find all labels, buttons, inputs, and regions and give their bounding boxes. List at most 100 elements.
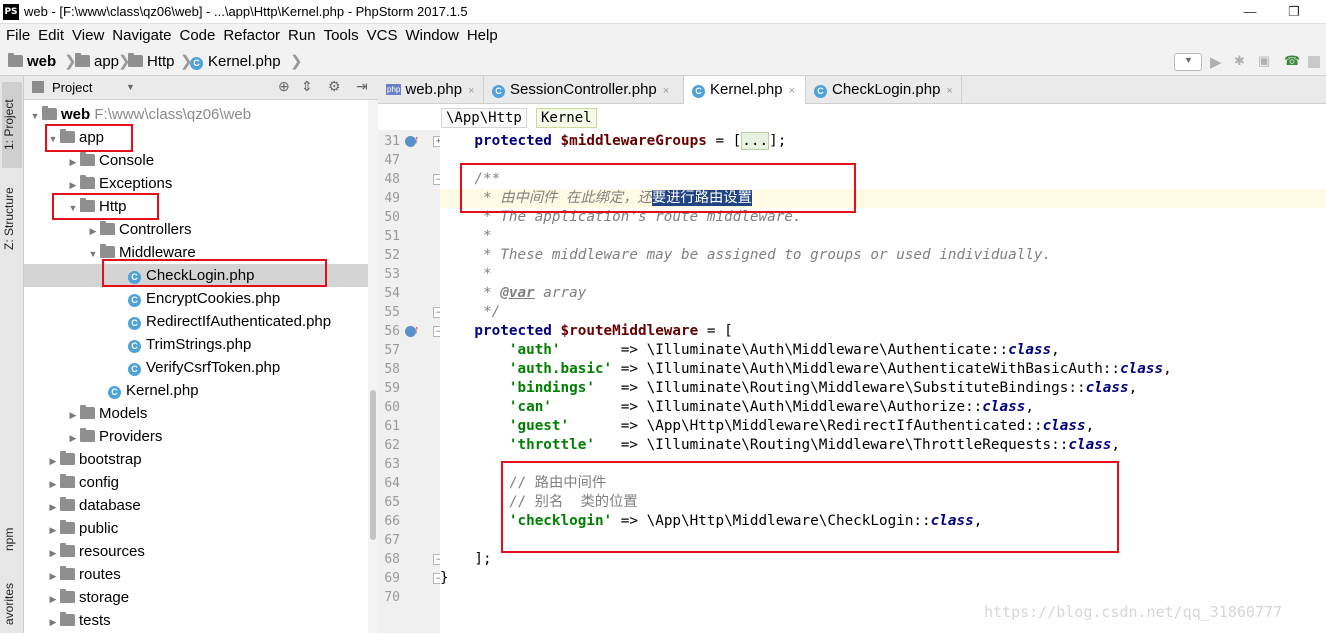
tree-item-redirectifauthenticated[interactable]: C RedirectIfAuthenticated.php — [24, 310, 368, 333]
tree-item-encryptcookies[interactable]: C EncryptCookies.php — [24, 287, 368, 310]
code-line: * @var array — [440, 285, 587, 301]
close-icon[interactable]: × — [663, 85, 669, 97]
expanded-arrow-icon: ▼ — [30, 111, 40, 121]
project-panel-header: Project ▼ ⊕ ⇕ ⚙ ⇥ — [24, 76, 378, 100]
run-config-dropdown[interactable]: ▼ — [1174, 53, 1202, 71]
tree-item-web[interactable]: ▼ web F:\www\class\qz06\web — [24, 103, 368, 126]
annotation-box-checklogin — [102, 259, 327, 287]
tree-item-models[interactable]: ▶ Models — [24, 402, 368, 425]
folder-icon — [8, 53, 23, 67]
collapsed-arrow-icon: ▶ — [69, 433, 77, 443]
tool-tab-npm[interactable]: npm — [2, 516, 22, 562]
tree-item-controllers[interactable]: ▶ Controllers — [24, 218, 368, 241]
line-number: 51 — [384, 229, 400, 244]
project-view-icon — [32, 81, 44, 93]
project-scrollbar[interactable] — [368, 100, 378, 633]
menu-view[interactable]: View — [68, 24, 108, 48]
locate-icon[interactable]: ⊕ — [278, 78, 290, 95]
tree-item-verifycsrftoken[interactable]: C VerifyCsrfToken.php — [24, 356, 368, 379]
menu-window[interactable]: Window — [401, 24, 462, 48]
line-number: 57 — [384, 343, 400, 358]
tree-item-bootstrap[interactable]: ▶ bootstrap — [24, 448, 368, 471]
code-line: } — [440, 570, 449, 586]
tree-item-database[interactable]: ▶ database — [24, 494, 368, 517]
listen-debug-icon[interactable]: ☎ — [1284, 53, 1300, 71]
line-number: 70 — [384, 590, 400, 605]
code-line: 'can' => \Illuminate\Auth\Middleware\Aut… — [508, 399, 1034, 415]
line-number: 53 — [384, 267, 400, 282]
hide-panel-icon[interactable]: ⇥ — [356, 78, 368, 95]
line-number: 49 — [384, 191, 400, 206]
editor-crumb-class[interactable]: Kernel — [536, 108, 597, 128]
tree-item-public[interactable]: ▶ public — [24, 517, 368, 540]
nav-crumb-kernel[interactable]: C Kernel.php — [190, 53, 281, 71]
nav-crumb-app[interactable]: app — [75, 53, 119, 71]
gear-icon[interactable]: ⚙ — [328, 78, 341, 95]
close-icon[interactable]: × — [789, 85, 795, 97]
tree-item-tests[interactable]: ▶ tests — [24, 609, 368, 632]
code-line: 'auth' => \Illuminate\Auth\Middleware\Au… — [508, 342, 1060, 358]
tree-item-routes[interactable]: ▶ routes — [24, 563, 368, 586]
close-icon[interactable]: × — [946, 85, 952, 97]
folder-icon — [100, 221, 115, 235]
tree-item-config[interactable]: ▶ config — [24, 471, 368, 494]
menu-help[interactable]: Help — [463, 24, 502, 48]
tab-checklogin-php[interactable]: C CheckLogin.php × — [806, 76, 962, 104]
nav-crumb-http[interactable]: Http — [128, 53, 175, 71]
code-line: * — [440, 266, 492, 282]
code-line: */ — [440, 304, 501, 320]
tree-item-exceptions[interactable]: ▶ Exceptions — [24, 172, 368, 195]
run-icon[interactable]: ▶ — [1210, 53, 1222, 71]
tab-sessioncontroller[interactable]: C SessionController.php × — [484, 76, 684, 104]
tree-item-trimstrings[interactable]: C TrimStrings.php — [24, 333, 368, 356]
scrollbar-thumb[interactable] — [370, 390, 376, 540]
class-icon: C — [814, 85, 827, 98]
tab-kernel-php[interactable]: C Kernel.php × — [684, 76, 806, 105]
watermark: https://blog.csdn.net/qq_31860777 — [984, 603, 1283, 621]
tree-item-storage[interactable]: ▶ storage — [24, 586, 368, 609]
menu-run[interactable]: Run — [284, 24, 320, 48]
tool-tab-structure[interactable]: Z: Structure — [2, 176, 22, 262]
editor-crumb-namespace[interactable]: \App\Http — [441, 108, 527, 128]
menu-code[interactable]: Code — [175, 24, 219, 48]
menu-vcs[interactable]: VCS — [363, 24, 402, 48]
tree-item-resources[interactable]: ▶ resources — [24, 540, 368, 563]
annotation-box-app — [45, 124, 133, 152]
menu-file[interactable]: File — [0, 24, 34, 48]
menu-navigate[interactable]: Navigate — [108, 24, 175, 48]
folder-icon — [60, 520, 75, 534]
menu-edit[interactable]: Edit — [34, 24, 68, 48]
line-number: 63 — [384, 457, 400, 472]
collapse-all-icon[interactable]: ⇕ — [301, 78, 313, 95]
tree-item-providers[interactable]: ▶ Providers — [24, 425, 368, 448]
collapsed-arrow-icon: ▶ — [49, 502, 57, 512]
tree-item-console[interactable]: ▶ Console — [24, 149, 368, 172]
coverage-icon[interactable]: ▣ — [1258, 53, 1270, 71]
line-number: 61 — [384, 419, 400, 434]
implements-arrow-icon[interactable]: ↑ — [414, 325, 420, 336]
nav-crumb-web[interactable]: web — [8, 53, 56, 71]
tab-web-php[interactable]: php web.php × — [378, 76, 484, 104]
class-icon: C — [128, 317, 141, 330]
line-number: 47 — [384, 153, 400, 168]
implements-arrow-icon[interactable]: ↑ — [414, 135, 420, 146]
chevron-down-icon[interactable]: ▼ — [126, 82, 135, 92]
line-number: 62 — [384, 438, 400, 453]
minimize-icon[interactable]: — — [1240, 2, 1260, 22]
menu-refactor[interactable]: Refactor — [219, 24, 284, 48]
tool-tab-project[interactable]: 1: Project — [2, 82, 22, 168]
collapsed-arrow-icon: ▶ — [69, 410, 77, 420]
tool-tab-favorites[interactable]: avorites — [2, 576, 22, 632]
project-view-label[interactable]: Project — [52, 80, 92, 95]
annotation-box-http — [52, 193, 159, 220]
restore-icon[interactable]: ❐ — [1284, 2, 1304, 22]
debug-icon[interactable]: ✱ — [1234, 53, 1245, 71]
menu-tools[interactable]: Tools — [320, 24, 363, 48]
collapsed-arrow-icon: ▶ — [49, 571, 57, 581]
left-tool-strip: 1: Project Z: Structure npm avorites — [0, 76, 24, 633]
close-icon[interactable]: × — [468, 85, 474, 97]
folder-icon — [60, 451, 75, 465]
tree-item-kernel[interactable]: C Kernel.php — [24, 379, 368, 402]
stop-icon[interactable] — [1308, 56, 1320, 68]
editor-breadcrumb: \App\Http Kernel — [378, 104, 1326, 130]
